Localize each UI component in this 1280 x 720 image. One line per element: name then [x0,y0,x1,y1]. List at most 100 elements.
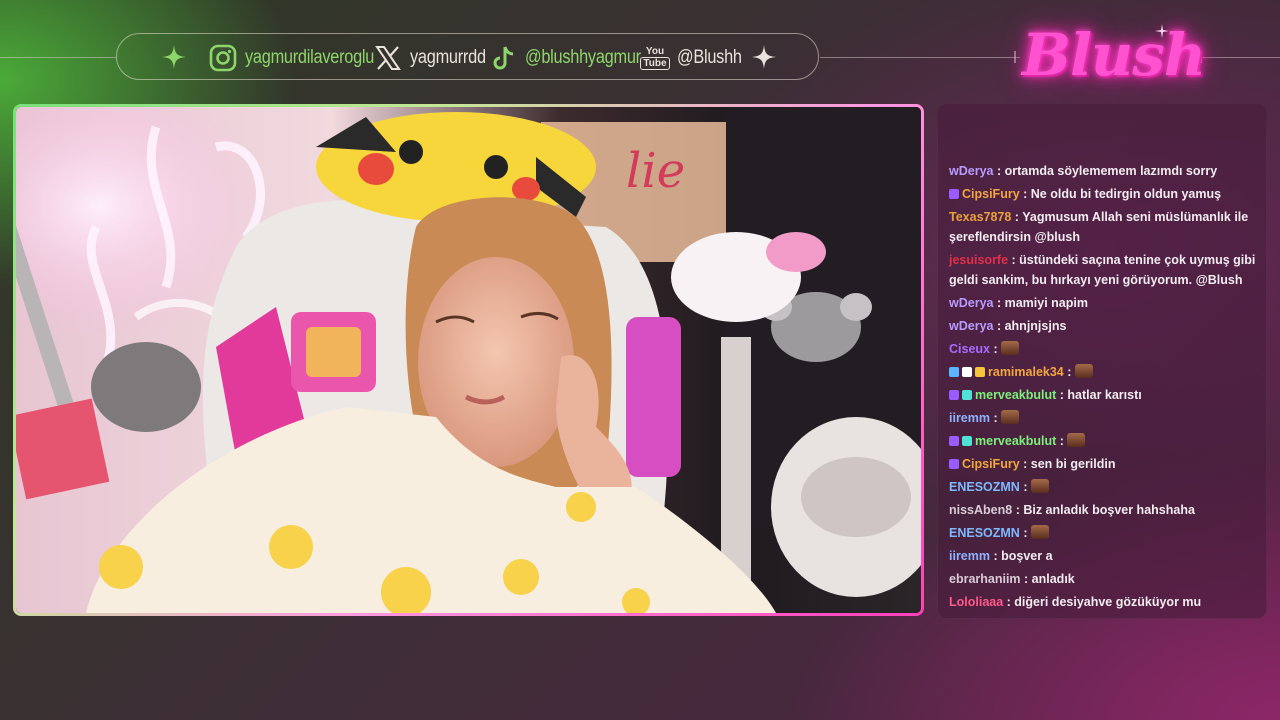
chat-username[interactable]: Lololiaaa [949,595,1003,609]
chat-message: wDerya : ahnjnjsjns [949,316,1257,336]
chat-text: Biz anladık boşver hahshaha [1023,503,1195,517]
chat-text: hatlar karıstı [1067,388,1142,402]
chat-separator: : [1008,253,1020,267]
chat-message: wDerya : ortamda söylememem lazımdı sorr… [949,161,1257,181]
chat-username[interactable]: Ciseux [949,342,990,356]
chat-separator: : [993,164,1005,178]
webcam-scene: lie [16,107,921,613]
chat-text: boşver a [1001,549,1053,563]
instagram-icon [209,44,237,71]
chat-username[interactable]: nissAben8 [949,503,1012,517]
chat-separator: : [990,342,1002,356]
chat-separator: : [990,549,1002,563]
chat-text: Ne oldu bi tedirgin oldun yamuş [1030,187,1222,201]
chat-top-fade [937,104,1267,144]
chat-badge-icon [962,436,972,446]
chat-badge-icon [962,390,972,400]
x-link[interactable]: yagmurrdd [374,34,498,81]
chat-username[interactable]: ramimalek34 [988,365,1064,379]
chat-separator: : [1019,526,1031,540]
logo-sparkle-icon [1155,24,1169,38]
chat-separator: : [1003,595,1015,609]
chat-emote-icon [1001,341,1020,355]
stream-chat-panel[interactable]: wDerya : ortamda söylememem lazımdı sorr… [937,104,1267,619]
sparkle-icon [162,45,186,69]
chat-message: ramimalek34 : [949,362,1257,382]
chat-message: iiremm : [949,408,1257,428]
divider-tick-icon [1014,51,1016,63]
instagram-handle: yagmurdilaveroglu [245,46,375,68]
chat-badge-icon [949,390,959,400]
chat-username[interactable]: ebrarhaniim [949,572,1021,586]
chat-username[interactable]: wDerya [949,296,993,310]
chat-message: Texas7878 : Yagmusum Allah seni müslüman… [949,207,1257,247]
chat-username[interactable]: merveakbulut [975,388,1056,402]
chat-username[interactable]: merveakbulut [975,434,1056,448]
youtube-icon: You Tube [640,45,670,70]
chat-message: merveakbulut : [949,431,1257,451]
chat-separator: : [993,296,1005,310]
chat-message: Lololiaaa : diğeri desiyahve gözüküyor m… [949,592,1257,612]
chat-message: ebrarhaniim : anladık [949,569,1257,589]
chat-separator: : [1056,388,1068,402]
chat-badge-icon [962,367,972,377]
chat-username[interactable]: CipsiFury [962,457,1020,471]
header-line-right [1200,57,1280,58]
chat-separator: : [1019,457,1031,471]
chat-message: ENESOZMN : [949,523,1257,543]
x-handle: yagmurrdd [410,46,486,68]
chat-badge-icon [949,459,959,469]
chat-separator: : [1063,365,1075,379]
chat-text: anladık [1031,572,1075,586]
chat-message: nissAben8 : Biz anladık boşver hahshaha [949,500,1257,520]
chat-separator: : [990,411,1002,425]
sparkle-icon [752,45,776,69]
tiktok-handle: @blushhyagmur [525,46,641,68]
chat-text: diğeri desiyahve gözüküyor mu [1014,595,1202,609]
chat-username[interactable]: iiremm [949,411,990,425]
chat-emote-icon [1030,525,1049,539]
chat-text: ahnjnjsjns [1004,319,1067,333]
chat-username[interactable]: ENESOZMN [949,526,1020,540]
chat-message: wDerya : mamiyi napim [949,293,1257,313]
chat-username[interactable]: wDerya [949,319,993,333]
header-line-middle [820,57,1020,58]
x-logo-icon [375,45,401,70]
chat-username[interactable]: jesuisorfe [949,253,1008,267]
chat-separator: : [1019,480,1031,494]
svg-text:lie: lie [626,143,685,199]
chat-message: CipsiFury : sen bi gerildin [949,454,1257,474]
chat-text: sen bi gerildin [1030,457,1116,471]
chat-badge-icon [949,436,959,446]
chat-separator: : [1019,187,1031,201]
chat-username[interactable]: ENESOZMN [949,480,1020,494]
chat-separator: : [1056,434,1068,448]
tiktok-icon [493,46,514,69]
chat-username[interactable]: Texas7878 [949,210,1011,224]
chat-separator: : [1011,210,1023,224]
chat-message: iiremm : boşver a [949,546,1257,566]
chat-username[interactable]: iiremm [949,549,990,563]
chat-badge-icon [949,367,959,377]
chat-separator: : [1012,503,1024,517]
chat-message: CipsiFury : Ne oldu bi tedirgin oldun ya… [949,184,1257,204]
chat-username[interactable]: wDerya [949,164,993,178]
youtube-handle: @Blushh [677,46,742,68]
tiktok-link[interactable]: @blushhyagmur [491,34,660,81]
chat-emote-icon [1074,364,1093,378]
webcam-video-frame[interactable]: lie [13,104,924,616]
chat-separator: : [993,319,1005,333]
chat-username[interactable]: CipsiFury [962,187,1020,201]
chat-separator: : [1020,572,1032,586]
instagram-link[interactable]: yagmurdilaveroglu [209,34,395,81]
chat-message-list: wDerya : ortamda söylememem lazımdı sorr… [949,158,1257,613]
youtube-link[interactable]: You Tube @Blushh [640,34,752,81]
chat-message: ENESOZMN : [949,477,1257,497]
chat-text: ortamda söylememem lazımdı sorry [1004,164,1218,178]
social-links-bar: yagmurdilaveroglu yagmurrdd @blushhyagmu… [116,33,819,80]
chat-message: jesuisorfe : üstündeki saçına tenine çok… [949,250,1257,290]
chat-emote-icon [1067,433,1086,447]
youtube-badge-top: You [645,45,665,57]
chat-message: merveakbulut : hatlar karıstı [949,385,1257,405]
chat-text: mamiyi napim [1004,296,1088,310]
